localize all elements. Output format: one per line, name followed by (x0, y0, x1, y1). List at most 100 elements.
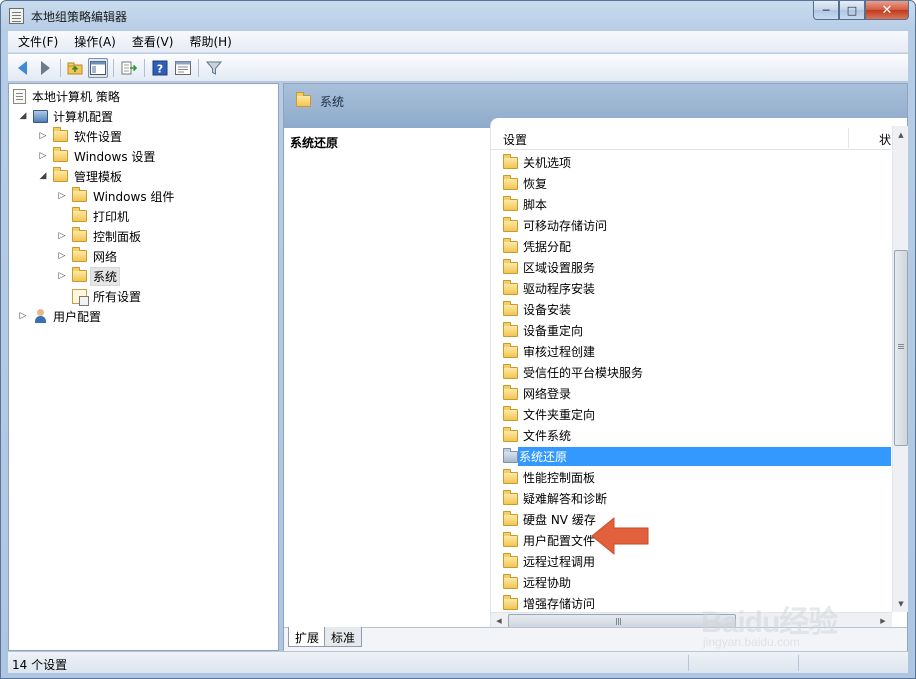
window-title: 本地组策略编辑器 (31, 10, 128, 24)
menu-file[interactable]: 文件(F) (8, 33, 64, 50)
settings-list-item[interactable]: 关机选项 (499, 152, 891, 173)
folder-icon (72, 247, 87, 262)
tree-item-computer-config[interactable]: ◢ 计算机配置 (17, 106, 113, 126)
tree-item-system[interactable]: ▷ 系统 (56, 266, 121, 286)
settings-list-item[interactable]: 可移动存储访问 (499, 215, 891, 236)
tab-standard[interactable]: 标准 (324, 627, 363, 647)
tree-item-network[interactable]: ▷ 网络 (56, 246, 117, 266)
column-header-settings[interactable]: 设置 (503, 131, 527, 148)
help-icon[interactable]: ? (150, 58, 170, 78)
export-list-icon[interactable] (119, 58, 139, 78)
expand-icon[interactable]: ▷ (37, 130, 49, 142)
filter-icon[interactable] (204, 58, 224, 78)
tree-label: 控制面板 (93, 229, 142, 244)
collapse-icon[interactable]: ◢ (17, 110, 29, 122)
settings-list-item[interactable]: 审核过程创建 (499, 341, 891, 362)
folder-icon (503, 300, 518, 316)
description-pane: 系统还原 (284, 128, 488, 626)
settings-list-item[interactable]: 驱动程序安装 (499, 278, 891, 299)
folder-icon (503, 552, 518, 568)
expand-icon[interactable]: ▷ (56, 230, 68, 242)
toolbar-separator (144, 59, 145, 77)
watermark-logo: Baidu经验 jingyan.baidu.com (701, 597, 871, 657)
tree-item-admin-templates[interactable]: ◢ 管理模板 (37, 166, 122, 186)
tree-root[interactable]: 本地计算机 策略 (13, 86, 120, 106)
settings-list-item[interactable]: 远程过程调用 (499, 551, 891, 572)
settings-list-item[interactable]: 网络登录 (499, 383, 891, 404)
expand-icon[interactable]: ▷ (56, 190, 68, 202)
tree-item-all-settings[interactable]: 所有设置 (56, 286, 141, 306)
tree-item-control-panel[interactable]: ▷ 控制面板 (56, 226, 141, 246)
settings-list-item[interactable]: 文件夹重定向 (499, 404, 891, 425)
menu-view[interactable]: 查看(V) (122, 33, 180, 50)
folder-icon (503, 237, 518, 253)
settings-list-item[interactable]: 系统还原 (499, 446, 891, 467)
settings-list-item[interactable]: 硬盘 NV 缓存 (499, 509, 891, 530)
close-button[interactable]: ✕ (865, 1, 909, 20)
column-header-state[interactable]: 状态 (879, 131, 891, 148)
settings-list-item[interactable]: 疑难解答和诊断 (499, 488, 891, 509)
tree-label: 网络 (93, 249, 118, 264)
settings-list-item-label: 凭据分配 (523, 240, 572, 254)
scroll-left-arrow-icon[interactable]: ◀ (491, 613, 507, 628)
vertical-scroll-thumb[interactable] (894, 250, 908, 446)
title-bar[interactable]: 本地组策略编辑器 ─ □ ✕ (1, 1, 915, 31)
tree-label: 本地计算机 策略 (32, 89, 120, 104)
settings-list-item[interactable]: 文件系统 (499, 425, 891, 446)
tree-item-printers[interactable]: 打印机 (56, 206, 129, 226)
folder-icon (503, 174, 518, 190)
settings-list-item[interactable]: 远程协助 (499, 572, 891, 593)
settings-list[interactable]: 设置 状态 关机选项恢复脚本可移动存储访问凭据分配区域设置服务驱动程序安装设备安… (490, 118, 908, 628)
settings-list-item-label: 驱动程序安装 (523, 282, 596, 296)
vertical-scrollbar[interactable]: ▲ ▼ (892, 126, 908, 612)
properties-icon[interactable] (173, 58, 193, 78)
settings-list-item-label: 远程过程调用 (523, 555, 596, 569)
settings-list-item[interactable]: 设备重定向 (499, 320, 891, 341)
folder-icon (72, 187, 87, 202)
settings-list-item-label: 系统还原 (518, 447, 891, 466)
menu-action[interactable]: 操作(A) (64, 33, 122, 50)
folder-icon (53, 167, 68, 182)
folder-icon (503, 363, 518, 379)
settings-list-item[interactable]: 凭据分配 (499, 236, 891, 257)
settings-list-item[interactable]: 性能控制面板 (499, 467, 891, 488)
column-header-row: 设置 状态 (491, 126, 891, 150)
expand-icon[interactable]: ▷ (56, 270, 68, 282)
forward-icon[interactable] (35, 58, 55, 78)
up-folder-icon[interactable] (65, 58, 85, 78)
collapse-icon[interactable]: ◢ (37, 170, 49, 182)
show-hide-tree-icon[interactable] (88, 58, 108, 78)
tree-pane[interactable]: 本地计算机 策略 ◢ 计算机配置 ▷ 软件设置 ▷ Windows 设置 ◢ 管… (8, 83, 279, 651)
scroll-up-arrow-icon[interactable]: ▲ (893, 126, 909, 143)
settings-list-item[interactable]: 区域设置服务 (499, 257, 891, 278)
expand-icon[interactable]: ▷ (17, 310, 29, 322)
settings-list-item[interactable]: 脚本 (499, 194, 891, 215)
folder-icon (53, 147, 68, 162)
tab-extended[interactable]: 扩展 (288, 627, 327, 647)
minimize-button[interactable]: ─ (813, 1, 839, 20)
scroll-down-arrow-icon[interactable]: ▼ (893, 595, 909, 612)
menu-help[interactable]: 帮助(H) (179, 33, 237, 50)
folder-icon (503, 447, 518, 463)
settings-list-item-label: 疑难解答和诊断 (523, 492, 608, 506)
expand-icon[interactable]: ▷ (37, 150, 49, 162)
folder-icon (503, 216, 518, 232)
settings-list-item[interactable]: 设备安装 (499, 299, 891, 320)
expand-icon[interactable]: ▷ (56, 250, 68, 262)
annotation-arrow-icon (591, 516, 649, 556)
scroll-right-arrow-icon[interactable]: ▶ (875, 613, 891, 628)
tree-item-user-config[interactable]: ▷ 用户配置 (17, 306, 101, 326)
settings-list-item[interactable]: 用户配置文件 (499, 530, 891, 551)
maximize-button[interactable]: □ (839, 1, 865, 20)
tree-item-windows-settings[interactable]: ▷ Windows 设置 (37, 146, 155, 166)
settings-list-item-label: 受信任的平台模块服务 (523, 366, 644, 380)
tree-label: Windows 组件 (93, 189, 175, 204)
column-separator[interactable] (848, 128, 849, 148)
settings-list-item[interactable]: 恢复 (499, 173, 891, 194)
back-icon[interactable] (12, 58, 32, 78)
caption-buttons: ─ □ ✕ (813, 1, 909, 21)
folder-icon (503, 531, 518, 547)
settings-list-item[interactable]: 受信任的平台模块服务 (499, 362, 891, 383)
tree-item-software-settings[interactable]: ▷ 软件设置 (37, 126, 122, 146)
tree-item-windows-components[interactable]: ▷ Windows 组件 (56, 186, 174, 206)
